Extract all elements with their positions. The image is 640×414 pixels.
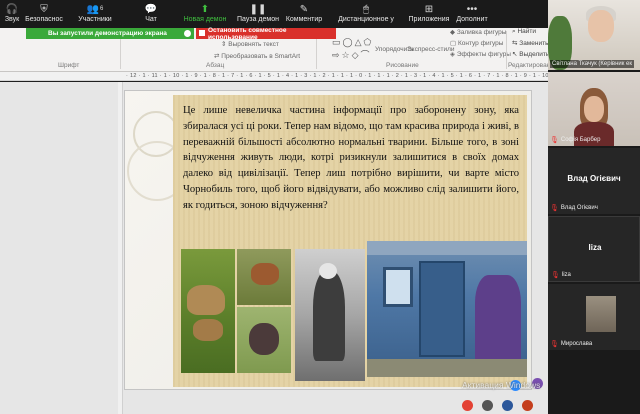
shape-effects-button[interactable]: ◈ Эффекты фигуры <box>450 50 511 58</box>
meeting-toolbar: 🎧 Звук ⛨ Безопаснос 👥 6 Участники 💬 Чат ⬆… <box>0 0 548 28</box>
mic-muted-icon: 🎙 <box>550 205 559 212</box>
chrome-icon[interactable] <box>462 400 473 411</box>
participant-name: 🎙 Софія Барбер <box>550 137 601 144</box>
find-button[interactable]: ⌕ Найти <box>512 28 536 36</box>
apps-button[interactable]: ⊞ Приложения <box>406 0 452 28</box>
figure-shape <box>313 271 345 361</box>
horse-shape <box>187 285 225 315</box>
participant-tile[interactable]: 🎙 Софія Барбер <box>548 72 640 146</box>
slide-workspace: Це лише невеличка частина інформації про… <box>0 82 548 414</box>
align-text-button[interactable]: ⇕ Выровнять текст <box>221 40 279 48</box>
women-shape <box>475 275 521 367</box>
slide-text-box[interactable]: Це лише невеличка частина інформації про… <box>183 103 519 214</box>
word-icon[interactable] <box>502 400 513 411</box>
shield-icon: ⛨ <box>40 3 48 15</box>
new-share-button[interactable]: ⬆ Новая демон <box>176 0 234 28</box>
participants-panel: Світлана Ткачук (Керівник ек 🎙 Софія Барб… <box>548 0 640 414</box>
remote-control-icon: 🖱 <box>363 3 369 15</box>
deer-shape <box>251 263 279 285</box>
pause-icon: ❚❚ <box>249 3 267 15</box>
sharing-banner: Вы запустили демонстрацию экрана <box>26 28 194 39</box>
participant-tile[interactable]: Влад Огієвич 🎙 Влад Огієвич <box>548 148 640 214</box>
horizontal-ruler: · 12 · 1 · 11 · 1 · 10 · 1 · 9 · 1 · 8 ·… <box>0 72 548 81</box>
ground-shape <box>367 359 527 377</box>
zoom-meeting-window: 🎧 Звук ⛨ Безопаснос 👥 6 Участники 💬 Чат ⬆… <box>0 0 640 414</box>
participants-button[interactable]: 👥 6 Участники <box>64 0 126 28</box>
text-background: Це лише невеличка частина інформації про… <box>173 95 527 387</box>
participant-display-name: liza <box>588 243 602 252</box>
annotate-button[interactable]: ✎ Комментир <box>282 0 326 28</box>
door-shape <box>419 261 465 357</box>
participant-tile[interactable]: Світлана Ткачук (Керівник ек <box>548 0 640 70</box>
participants-count: 6 <box>100 6 104 12</box>
quick-styles-button[interactable]: Экспресс-стили <box>407 46 455 53</box>
shape-fill-button[interactable]: ◆ Заливка фигуры <box>450 28 506 36</box>
chat-icon: 💬 <box>144 3 158 15</box>
participant-name: Світлана Ткачук (Керівник ек <box>550 60 635 68</box>
mic-muted-icon: 🎙 <box>550 341 559 348</box>
replace-button[interactable]: ⇆ Заменить <box>512 39 548 47</box>
deer-photo[interactable] <box>237 249 291 305</box>
cursor-icon: ↖ <box>512 51 518 58</box>
participant-name: 🎙 Мирослава <box>550 341 593 348</box>
mic-muted-icon: 🎙 <box>550 137 559 144</box>
windows-activation-watermark: Активация Windows <box>462 380 541 390</box>
group-label-font: Шрифт <box>58 62 80 69</box>
participant-name: 🎙 liza <box>551 272 571 279</box>
shapes-gallery-row2[interactable]: ⇨☆◇⌒ <box>332 48 372 61</box>
face-shape <box>588 10 614 42</box>
house-photo[interactable] <box>367 241 527 377</box>
group-label-paragraph: Абзац <box>206 62 225 69</box>
smartart-button[interactable]: ⇄ Преобразовать в SmartArt <box>214 52 300 60</box>
search-icon: ⌕ <box>512 28 516 35</box>
roof-shape <box>367 241 527 255</box>
vertical-ruler <box>118 82 123 414</box>
participant-name: 🎙 Влад Огієвич <box>550 205 598 212</box>
more-button[interactable]: ••• Дополнит <box>452 0 492 28</box>
shield-icon <box>184 30 191 37</box>
group-label-drawing: Рисование <box>386 62 419 69</box>
participants-icon: 👥 6 <box>86 3 104 15</box>
animal-shape <box>249 323 279 355</box>
separator <box>506 31 507 69</box>
avatar <box>586 296 616 332</box>
security-button[interactable]: ⛨ Безопаснос <box>24 0 64 28</box>
remote-control-button[interactable]: 🖱 Дистанционное у <box>326 0 406 28</box>
apps-icon: ⊞ <box>424 3 434 15</box>
shapes-gallery[interactable]: ▭◯△⬠ <box>332 37 373 48</box>
replace-icon: ⇆ <box>512 40 518 47</box>
headphones-icon: 🎧 <box>5 3 19 15</box>
woman-photo[interactable] <box>295 249 365 381</box>
participant-display-name: Влад Огієвич <box>567 174 621 183</box>
select-button[interactable]: ↖ Выделить <box>512 50 549 58</box>
chat-button[interactable]: 💬 Чат <box>126 0 176 28</box>
stop-share-button[interactable]: Остановить совместное использование <box>196 27 336 41</box>
app-icon[interactable] <box>482 400 493 411</box>
horses-photo[interactable] <box>181 249 235 373</box>
face-shape <box>584 96 604 122</box>
annotate-icon: ✎ <box>299 3 309 15</box>
pause-share-button[interactable]: ❚❚ Пауза демон <box>234 0 282 28</box>
audio-button[interactable]: 🎧 Звук <box>0 0 24 28</box>
horse-shape <box>193 319 223 341</box>
powerpoint-icon[interactable] <box>522 400 533 411</box>
animal-photo[interactable] <box>237 307 291 373</box>
more-icon: ••• <box>466 3 478 15</box>
window-shape <box>383 267 413 307</box>
share-screen-icon: ⬆ <box>200 3 210 15</box>
headscarf-shape <box>319 263 337 279</box>
mic-muted-icon: 🎙 <box>551 272 560 279</box>
slide[interactable]: Це лише невеличка частина інформації про… <box>124 90 532 390</box>
stop-icon <box>199 30 205 36</box>
participant-tile[interactable]: liza 🎙 liza <box>548 216 640 282</box>
participant-tile[interactable]: 🎙 Мирослава <box>548 284 640 350</box>
shape-outline-button[interactable]: ▢ Контур фигуры <box>450 39 503 47</box>
